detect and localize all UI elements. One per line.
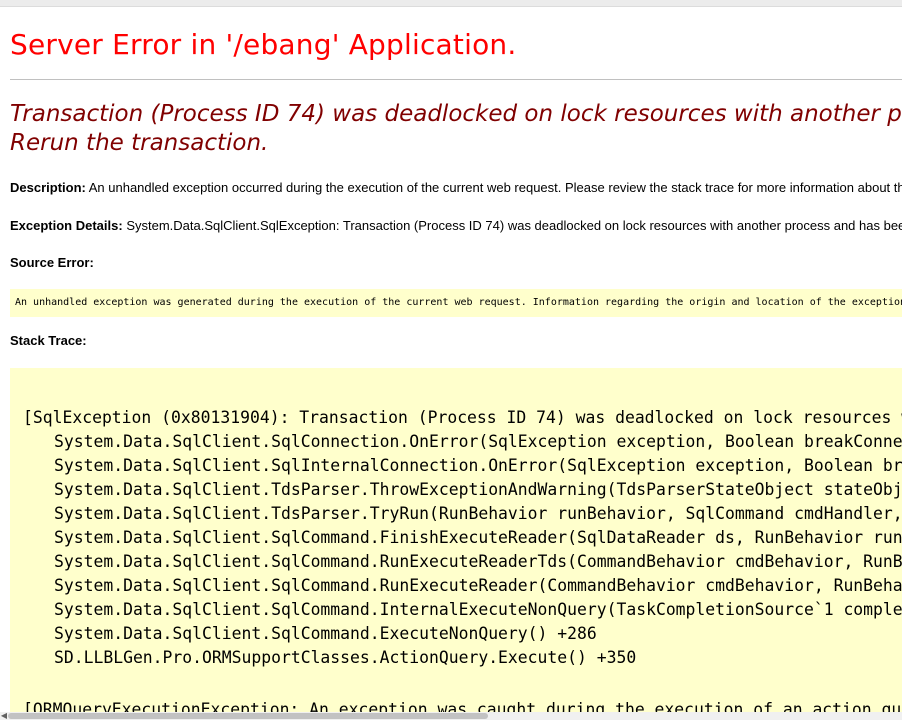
chevron-left-icon[interactable]: ◀: [0, 712, 8, 720]
description: Description: An unhandled exception occu…: [10, 180, 902, 195]
error-message-line-2: Rerun the transaction.: [10, 130, 269, 156]
stack-trace-heading: Stack Trace:: [10, 333, 87, 348]
stack-frame: SD.LLBLGen.Pro.ORMSupportClasses.ActionQ…: [54, 648, 637, 667]
exception-details: Exception Details: System.Data.SqlClient…: [10, 218, 902, 233]
stack-frame: System.Data.SqlClient.TdsParser.ThrowExc…: [54, 480, 902, 499]
stack-frame: System.Data.SqlClient.SqlConnection.OnEr…: [54, 432, 902, 451]
stack-frame: System.Data.SqlClient.SqlCommand.RunExec…: [54, 552, 902, 571]
horizontal-scrollbar[interactable]: ◀: [0, 712, 902, 720]
stack-frame: System.Data.SqlClient.SqlCommand.FinishE…: [54, 528, 902, 547]
stack-trace-exception-header: [SqlException (0x80131904): Transaction …: [23, 408, 902, 427]
exception-details-label: Exception Details:: [10, 218, 123, 233]
stack-frame: System.Data.SqlClient.SqlInternalConnect…: [54, 456, 902, 475]
title-divider: [10, 79, 902, 80]
error-message-line-1: Transaction (Process ID 74) was deadlock…: [10, 101, 902, 127]
stack-trace: [SqlException (0x80131904): Transaction …: [23, 406, 902, 670]
error-message: Transaction (Process ID 74) was deadlock…: [10, 100, 902, 158]
error-page: Server Error in '/ebang' Application. Tr…: [10, 6, 902, 720]
source-error-heading: Source Error:: [10, 255, 94, 270]
page-title: Server Error in '/ebang' Application.: [10, 28, 517, 61]
scrollbar-thumb[interactable]: [8, 713, 488, 719]
description-label: Description:: [10, 180, 86, 195]
stack-trace-box: [SqlException (0x80131904): Transaction …: [10, 368, 902, 720]
stack-frame: System.Data.SqlClient.SqlCommand.Execute…: [54, 624, 597, 643]
source-error-text: An unhandled exception was generated dur…: [15, 297, 902, 308]
stack-frame: System.Data.SqlClient.SqlCommand.Interna…: [54, 600, 902, 619]
stack-frame: System.Data.SqlClient.TdsParser.TryRun(R…: [54, 504, 902, 523]
source-error-box: An unhandled exception was generated dur…: [10, 289, 902, 317]
stack-frame: System.Data.SqlClient.SqlCommand.RunExec…: [54, 576, 902, 595]
description-text: An unhandled exception occurred during t…: [88, 180, 902, 195]
exception-details-text: System.Data.SqlClient.SqlException: Tran…: [126, 218, 902, 233]
